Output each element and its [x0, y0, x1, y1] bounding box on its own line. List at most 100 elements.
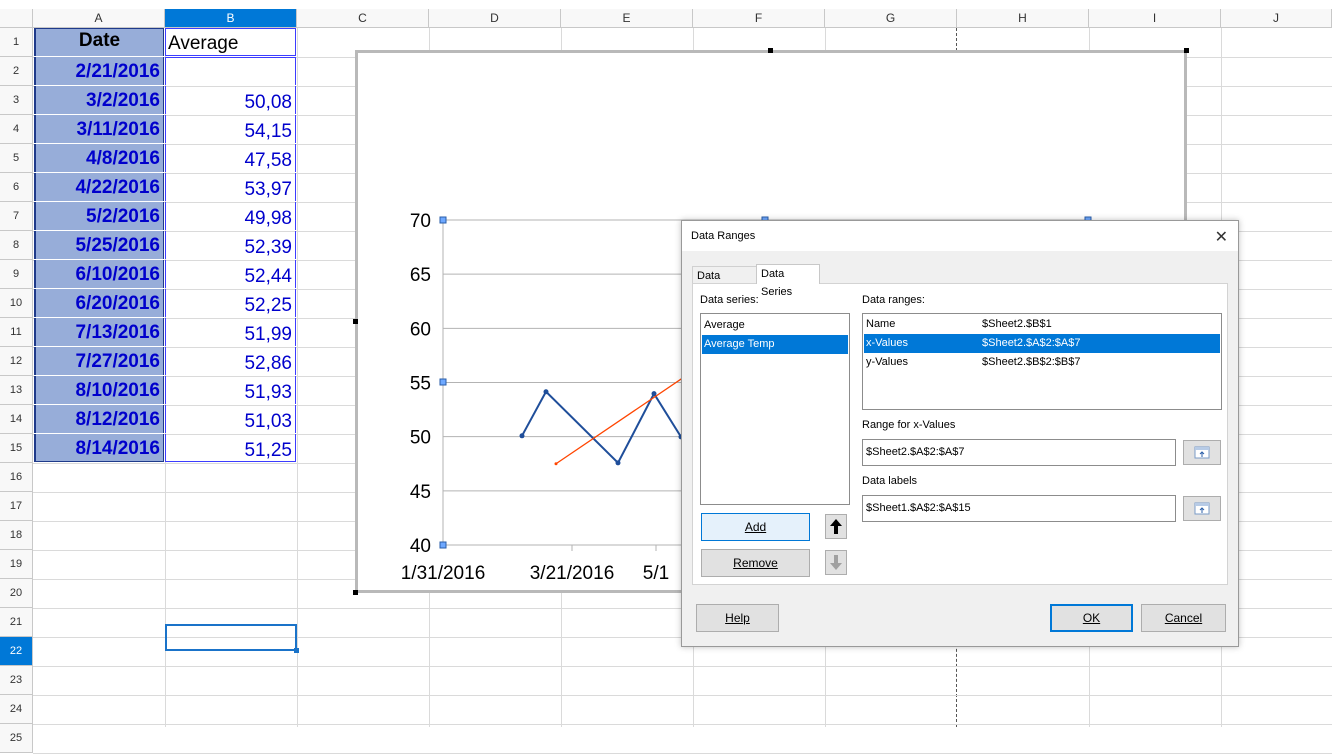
row-header[interactable]: 21	[0, 608, 33, 637]
cell-average[interactable]: 50,08	[165, 86, 296, 114]
select-all-corner[interactable]	[0, 9, 33, 28]
series-item-selected[interactable]: Average Temp	[702, 335, 848, 354]
range-for-x-input[interactable]: $Sheet2.$A$2:$A$7	[862, 439, 1176, 466]
column-header-h[interactable]: H	[957, 9, 1089, 28]
range-row-selected[interactable]: x-Values $Sheet2.$A$2:$A$7	[864, 334, 1220, 353]
row-header[interactable]: 10	[0, 289, 33, 318]
row-header[interactable]: 1	[0, 28, 33, 57]
row-header[interactable]: 3	[0, 86, 33, 115]
dialog-titlebar[interactable]: Data Ranges ✕	[682, 221, 1238, 251]
add-button[interactable]: Add	[701, 513, 810, 541]
row-header[interactable]: 6	[0, 173, 33, 202]
cancel-button[interactable]: Cancel	[1141, 604, 1226, 632]
column-header-i[interactable]: I	[1089, 9, 1221, 28]
column-header-a[interactable]: A	[33, 9, 165, 28]
data-ranges-list[interactable]: Name $Sheet2.$B$1 x-Values $Sheet2.$A$2:…	[862, 313, 1222, 410]
data-series-list[interactable]: Average Average Temp	[700, 313, 850, 505]
cell-date[interactable]: 7/27/2016	[34, 347, 164, 375]
cell-date[interactable]: 5/25/2016	[34, 231, 164, 259]
cell-cursor-b22[interactable]	[165, 624, 297, 651]
cell-date[interactable]: 8/10/2016	[34, 376, 164, 404]
cell-date[interactable]: 5/2/2016	[34, 202, 164, 230]
row-header[interactable]: 5	[0, 144, 33, 173]
cell-average[interactable]: 52,25	[165, 289, 296, 317]
cell-date[interactable]: 3/11/2016	[34, 115, 164, 143]
help-button[interactable]: Help	[696, 604, 779, 632]
cell-date[interactable]: 7/13/2016	[34, 318, 164, 346]
remove-button[interactable]: Remove	[701, 549, 810, 577]
row-header[interactable]: 13	[0, 376, 33, 405]
cell-date[interactable]: 8/14/2016	[34, 434, 164, 462]
row-header[interactable]: 19	[0, 550, 33, 579]
cell-average[interactable]: 51,03	[165, 405, 296, 433]
tab-data-series[interactable]: Data Series	[756, 264, 820, 298]
ok-button[interactable]: OK	[1050, 604, 1133, 632]
row-header[interactable]: 12	[0, 347, 33, 376]
cell-average[interactable]: 51,93	[165, 376, 296, 404]
cell-average[interactable]: 52,44	[165, 260, 296, 288]
cell-b1[interactable]: Average	[165, 28, 296, 56]
row-header[interactable]: 17	[0, 492, 33, 521]
chart-resize-handle[interactable]	[353, 590, 358, 595]
range-value: $Sheet2.$B$1	[982, 318, 1052, 330]
row-header[interactable]: 16	[0, 463, 33, 492]
cell-average[interactable]	[165, 57, 296, 85]
row-header[interactable]: 11	[0, 318, 33, 347]
chart-resize-handle[interactable]	[1184, 48, 1189, 53]
range-row[interactable]: y-Values $Sheet2.$B$2:$B$7	[864, 353, 1220, 372]
data-labels-input[interactable]: $Sheet1.$A$2:$A$15	[862, 495, 1176, 522]
shrink-labels-button[interactable]	[1183, 496, 1221, 521]
range-value: $Sheet2.$A$2:$A$7	[982, 337, 1081, 349]
cell-average[interactable]: 53,97	[165, 173, 296, 201]
cell-average[interactable]: 47,58	[165, 144, 296, 172]
cell-date[interactable]: 4/8/2016	[34, 144, 164, 172]
cell-average[interactable]: 51,99	[165, 318, 296, 346]
move-down-button[interactable]	[825, 550, 847, 575]
data-ranges-dialog[interactable]: Data Ranges ✕ Data Range Data Series Dat…	[681, 220, 1239, 647]
cell-date[interactable]: 6/10/2016	[34, 260, 164, 288]
row-header[interactable]: 4	[0, 115, 33, 144]
cell-date[interactable]: 8/12/2016	[34, 405, 164, 433]
shrink-range-button[interactable]	[1183, 440, 1221, 465]
column-header-e[interactable]: E	[561, 9, 693, 28]
cell-date[interactable]: 6/20/2016	[34, 289, 164, 317]
cell-average[interactable]: 54,15	[165, 115, 296, 143]
y-tick-label: 65	[410, 265, 431, 286]
cell-average[interactable]: 51,25	[165, 434, 296, 462]
row-header[interactable]: 8	[0, 231, 33, 260]
cell-a1[interactable]: Date	[34, 28, 164, 56]
y-tick-label: 60	[410, 319, 431, 340]
column-header-c[interactable]: C	[297, 9, 429, 28]
cell-average[interactable]: 52,86	[165, 347, 296, 375]
cell-date[interactable]: 2/21/2016	[34, 57, 164, 85]
chart-resize-handle[interactable]	[353, 319, 358, 324]
row-header[interactable]: 25	[0, 724, 33, 753]
move-up-button[interactable]	[825, 514, 847, 539]
row-header[interactable]: 7	[0, 202, 33, 231]
series-point	[651, 391, 657, 397]
column-header-b[interactable]: B	[165, 9, 297, 28]
row-header[interactable]: 14	[0, 405, 33, 434]
row-header[interactable]: 22	[0, 637, 33, 666]
row-header[interactable]: 20	[0, 579, 33, 608]
column-header-f[interactable]: F	[693, 9, 825, 28]
chart-resize-handle[interactable]	[768, 48, 773, 53]
row-header[interactable]: 2	[0, 57, 33, 86]
cell-date[interactable]: 3/2/2016	[34, 86, 164, 114]
row-header[interactable]: 18	[0, 521, 33, 550]
row-header[interactable]: 15	[0, 434, 33, 463]
row-header[interactable]: 24	[0, 695, 33, 724]
column-header-d[interactable]: D	[429, 9, 561, 28]
range-row[interactable]: Name $Sheet2.$B$1	[864, 315, 1220, 334]
cell-average[interactable]: 49,98	[165, 202, 296, 230]
close-icon[interactable]: ✕	[1215, 227, 1228, 247]
row-header[interactable]: 23	[0, 666, 33, 695]
column-header-g[interactable]: G	[825, 9, 957, 28]
ok-button-label: OK	[1082, 611, 1101, 625]
row-header[interactable]: 9	[0, 260, 33, 289]
autofill-handle[interactable]	[294, 648, 299, 653]
series-item[interactable]: Average	[702, 316, 848, 335]
cell-average[interactable]: 52,39	[165, 231, 296, 259]
cell-date[interactable]: 4/22/2016	[34, 173, 164, 201]
column-header-j[interactable]: J	[1221, 9, 1332, 28]
